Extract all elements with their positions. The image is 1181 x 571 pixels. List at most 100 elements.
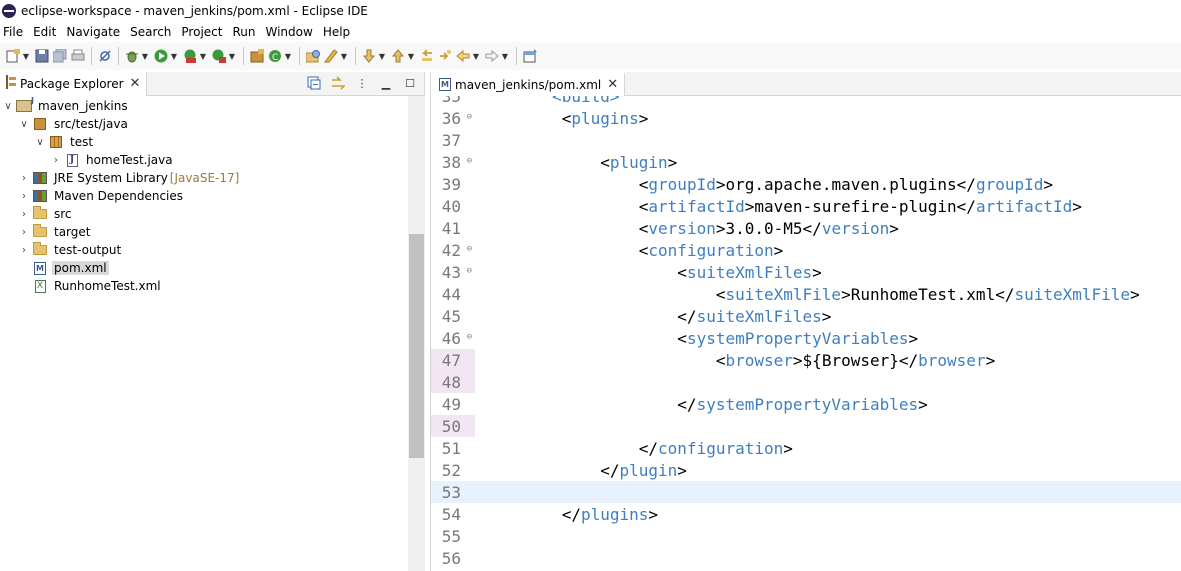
- package-explorer-icon: [4, 75, 16, 92]
- code-line-text: </configuration>: [638, 438, 793, 458]
- scrollbar-thumb[interactable]: [409, 234, 424, 458]
- toolbar-separator: [299, 47, 300, 65]
- code-line-text: <artifactId>maven-surefire-plugin</artif…: [638, 196, 1082, 216]
- menu-project[interactable]: Project: [178, 25, 226, 39]
- debug-dropdown-icon[interactable]: ▼: [141, 52, 149, 61]
- chevron-down-icon[interactable]: ∨: [18, 119, 30, 130]
- collapse-all-icon[interactable]: [306, 75, 322, 91]
- line-number: 36 ⊖: [441, 108, 472, 128]
- open-task-dropdown-icon[interactable]: ▼: [340, 52, 348, 61]
- forward-dropdown-icon[interactable]: ▼: [501, 52, 509, 61]
- menu-search[interactable]: Search: [127, 25, 175, 39]
- previous-annotation-dropdown-icon[interactable]: ▼: [407, 52, 415, 61]
- open-perspective-icon[interactable]: [522, 48, 538, 64]
- menu-help[interactable]: Help: [320, 25, 354, 39]
- view-menu-icon[interactable]: ⋮: [354, 75, 370, 91]
- tree-item[interactable]: › JhomeTest.java: [0, 151, 408, 169]
- debug-icon[interactable]: [124, 48, 140, 64]
- print-icon[interactable]: [70, 48, 86, 64]
- chevron-right-icon[interactable]: ›: [18, 209, 30, 220]
- line-number: 47: [431, 349, 475, 371]
- new-class-dropdown-icon[interactable]: ▼: [284, 52, 292, 61]
- next-annotation-dropdown-icon[interactable]: ▼: [378, 52, 386, 61]
- coverage-icon[interactable]: [182, 48, 198, 64]
- line-number: 50: [431, 415, 475, 437]
- package-explorer-tab[interactable]: Package Explorer ✕: [0, 71, 148, 96]
- menu-window[interactable]: Window: [262, 25, 316, 39]
- run-dropdown-icon[interactable]: ▼: [170, 52, 178, 61]
- folder-icon: [32, 224, 48, 239]
- package-explorer-scrollbar[interactable]: [408, 96, 425, 571]
- code-editor[interactable]: 35 <build> 36 ⊖ <plugins> 37 38 ⊖ <plugin> 3…: [431, 96, 1181, 571]
- line-number: 43 ⊖: [441, 262, 472, 282]
- editor-tab-label: maven_jenkins/pom.xml: [455, 77, 602, 92]
- menu-bar: File Edit Navigate Search Project Run Wi…: [0, 22, 1181, 42]
- tree-item-decoration: [JavaSE-17]: [169, 171, 240, 185]
- code-line: 38 ⊖ <plugin>: [431, 151, 1181, 173]
- tree-item[interactable]: Mpom.xml: [0, 259, 408, 277]
- fold-toggle-icon[interactable]: ⊖: [467, 332, 472, 342]
- next-annotation-icon[interactable]: [361, 48, 377, 64]
- back-icon[interactable]: [455, 48, 471, 64]
- project-tree: ∨maven_jenkins∨src/test/java∨test›JhomeT…: [0, 96, 408, 571]
- save-all-icon[interactable]: [52, 48, 68, 64]
- maximize-icon[interactable]: ☐: [402, 75, 418, 91]
- tree-item[interactable]: ∨ maven_jenkins: [0, 96, 408, 115]
- new-package-icon[interactable]: [249, 48, 265, 64]
- tree-item[interactable]: › test-output: [0, 241, 408, 259]
- open-type-icon[interactable]: [305, 48, 321, 64]
- menu-file[interactable]: File: [0, 25, 27, 39]
- new-dropdown-icon[interactable]: ▼: [22, 52, 30, 61]
- new-icon[interactable]: [5, 48, 21, 64]
- code-line-text: <suiteXmlFile>RunhomeTest.xml</suiteXmlF…: [715, 284, 1140, 304]
- tree-item[interactable]: › JRE System Library [JavaSE-17]: [0, 169, 408, 187]
- tree-item[interactable]: X RunhomeTest.xml: [0, 277, 408, 295]
- xml-file-icon: X: [32, 279, 48, 293]
- tree-item[interactable]: ∨ src/test/java: [0, 115, 408, 133]
- back-dropdown-icon[interactable]: ▼: [472, 52, 480, 61]
- previous-annotation-icon[interactable]: [390, 48, 406, 64]
- library-icon: [32, 189, 48, 203]
- chevron-right-icon[interactable]: ›: [50, 155, 62, 166]
- menu-navigate[interactable]: Navigate: [63, 25, 124, 39]
- menu-edit[interactable]: Edit: [30, 25, 60, 39]
- link-with-editor-icon[interactable]: [330, 75, 346, 91]
- external-tools-dropdown-icon[interactable]: ▼: [228, 52, 236, 61]
- fold-toggle-icon[interactable]: ⊖: [467, 112, 472, 122]
- close-icon[interactable]: ✕: [130, 76, 141, 91]
- tree-item[interactable]: › target: [0, 223, 408, 241]
- chevron-down-icon[interactable]: ∨: [34, 137, 46, 148]
- last-edit-location-icon[interactable]: [419, 48, 435, 64]
- save-icon[interactable]: [34, 48, 50, 64]
- tree-item[interactable]: › src: [0, 205, 408, 223]
- pin-editor-icon[interactable]: [437, 48, 453, 64]
- line-number: 42 ⊖: [441, 240, 472, 260]
- tree-item[interactable]: › Maven Dependencies: [0, 187, 408, 205]
- source-folder-icon: [32, 117, 48, 131]
- tree-item[interactable]: ∨ test: [0, 133, 408, 151]
- forward-icon[interactable]: [484, 48, 500, 64]
- chevron-right-icon[interactable]: ›: [18, 245, 30, 256]
- coverage-dropdown-icon[interactable]: ▼: [199, 52, 207, 61]
- run-icon[interactable]: [153, 48, 169, 64]
- line-number: 52: [441, 460, 461, 480]
- chevron-right-icon[interactable]: ›: [18, 173, 30, 184]
- fold-toggle-icon[interactable]: ⊖: [467, 266, 472, 276]
- chevron-down-icon[interactable]: ∨: [2, 101, 14, 112]
- chevron-right-icon[interactable]: ›: [18, 191, 30, 202]
- code-line: 40 <artifactId>maven-surefire-plugin</ar…: [431, 195, 1181, 217]
- external-tools-icon[interactable]: [211, 48, 227, 64]
- tree-item-label: test: [70, 135, 94, 149]
- maven-file-icon: M: [32, 261, 48, 275]
- open-task-icon[interactable]: [323, 48, 339, 64]
- chevron-right-icon[interactable]: ›: [18, 227, 30, 238]
- editor-tab-pom[interactable]: M maven_jenkins/pom.xml ✕: [431, 71, 626, 96]
- menu-run[interactable]: Run: [229, 25, 259, 39]
- new-class-icon[interactable]: C: [267, 48, 283, 64]
- close-icon[interactable]: ✕: [607, 77, 618, 92]
- fold-toggle-icon[interactable]: ⊖: [467, 244, 472, 254]
- skip-breakpoints-icon[interactable]: [97, 48, 113, 64]
- code-line: 54 </plugins>: [431, 503, 1181, 525]
- minimize-icon[interactable]: ▁: [378, 75, 394, 91]
- fold-toggle-icon[interactable]: ⊖: [467, 156, 472, 166]
